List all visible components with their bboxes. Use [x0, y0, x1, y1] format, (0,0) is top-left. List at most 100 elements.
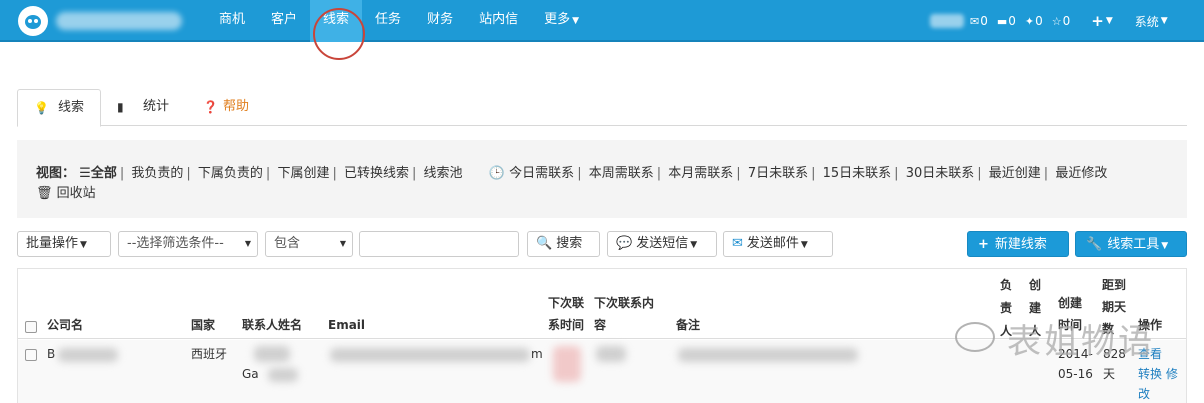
- view-30day-link[interactable]: 30日未联系: [906, 166, 975, 181]
- view-filter-row: 视图： ☰全部 | 我负责的 | 下属负责的 | 下属创建 | 已转换线索 | 线索池 🕒…: [36, 166, 1108, 181]
- task-counter[interactable]: ✦ 0: [1025, 14, 1043, 28]
- wechat-icon: [955, 322, 995, 352]
- monkey-face-icon: [25, 15, 41, 29]
- view-mine-link[interactable]: 我负责的: [131, 166, 183, 181]
- app-logo[interactable]: [18, 6, 48, 36]
- caret-down-icon: ▼: [800, 240, 808, 250]
- filter-condition-value: --选择筛选条件--: [127, 236, 224, 251]
- convert-link[interactable]: 转换: [1138, 367, 1162, 381]
- list-icon: ☰: [79, 166, 91, 181]
- row-checkbox[interactable]: [25, 349, 37, 361]
- system-menu[interactable]: 系统 ▼: [1135, 13, 1168, 30]
- nav-more-label: 更多: [544, 12, 571, 27]
- envelope-icon: ✉: [970, 14, 980, 28]
- select-all-checkbox[interactable]: [25, 321, 37, 333]
- view-recent-modified-link[interactable]: 最近修改: [1055, 166, 1107, 181]
- annotation-circle: [313, 8, 365, 60]
- match-type-value: 包含: [274, 236, 301, 251]
- batch-action-label: 批量操作: [26, 236, 79, 251]
- col-country[interactable]: 国家: [191, 314, 215, 336]
- watermark-text: 表姐物语: [1007, 322, 1155, 362]
- lead-tools-button[interactable]: 🔧 线索工具 ▼: [1075, 231, 1187, 257]
- col-email[interactable]: Email: [328, 314, 365, 336]
- search-button[interactable]: 🔍 搜索: [527, 231, 600, 257]
- search-input[interactable]: [359, 231, 519, 257]
- view-recent-created-link[interactable]: 最近创建: [989, 166, 1041, 181]
- caret-down-icon: ▼: [1161, 241, 1169, 251]
- star-counter[interactable]: ☆ 0: [1052, 14, 1071, 28]
- contact-cell: Ga: [242, 367, 259, 381]
- tab-statistics[interactable]: ▮ 统计: [117, 89, 169, 126]
- send-sms-button[interactable]: 💬 发送短信 ▼: [607, 231, 717, 257]
- new-lead-button[interactable]: + 新建线索: [967, 231, 1069, 257]
- question-circle-icon: ❓: [203, 100, 218, 114]
- match-type-select[interactable]: 包含: [265, 231, 353, 257]
- chat-bubble-icon: 💬: [616, 236, 633, 251]
- tab-help-label: 帮助: [223, 99, 250, 114]
- email-blurred: [330, 348, 530, 362]
- send-email-button[interactable]: ✉ 发送邮件 ▼: [723, 231, 833, 257]
- search-button-label: 搜索: [556, 236, 583, 251]
- view-sub-owned-link[interactable]: 下属负责的: [198, 166, 263, 181]
- view-pool-link[interactable]: 线索池: [424, 166, 463, 181]
- clock-icon: 🕒: [488, 166, 506, 181]
- diamond-icon: ✦: [1024, 14, 1035, 28]
- nav-item-opportunity[interactable]: 商机: [206, 0, 258, 42]
- view-today-link[interactable]: 今日需联系: [509, 166, 574, 181]
- task-count: 0: [1035, 14, 1043, 28]
- new-lead-label: 新建线索: [994, 237, 1047, 252]
- send-email-label: 发送邮件: [746, 236, 799, 251]
- note-blurred: [678, 348, 858, 362]
- view-converted-link[interactable]: 已转换线索: [344, 166, 409, 181]
- view-15day-link[interactable]: 15日未联系: [823, 166, 892, 181]
- recycle-row: 🗑 回收站: [36, 182, 96, 201]
- view-sub-created-link[interactable]: 下属创建: [277, 166, 329, 181]
- tab-help[interactable]: ❓ 帮助: [203, 89, 249, 126]
- row-actions: 转换 修改: [1138, 364, 1186, 403]
- next-time-blurred: [553, 346, 581, 382]
- company-name-blurred: [58, 348, 118, 362]
- view-7day-link[interactable]: 7日未联系: [748, 166, 808, 181]
- plus-icon: +: [978, 237, 989, 252]
- username-blurred[interactable]: [930, 14, 964, 28]
- doc-count: 0: [1008, 14, 1016, 28]
- nav-item-more[interactable]: 更多 ▼: [531, 0, 592, 42]
- recycle-bin-icon: 🗑: [36, 186, 53, 201]
- col-next-contact-content[interactable]: 下次联系内容: [594, 292, 660, 336]
- mail-counter[interactable]: ✉ 0: [970, 14, 988, 28]
- nav-item-tasks[interactable]: 任务: [362, 0, 414, 42]
- email-cell: m: [531, 347, 543, 361]
- col-next-contact-time[interactable]: 下次联系时间: [548, 292, 588, 336]
- filter-condition-select[interactable]: --选择筛选条件--: [118, 231, 258, 257]
- col-company[interactable]: 公司名: [47, 314, 83, 336]
- contact-name-blurred: [254, 346, 290, 362]
- tab-statistics-label: 统计: [143, 99, 170, 114]
- caret-down-icon: ▼: [1160, 16, 1168, 26]
- star-count: 0: [1062, 14, 1071, 28]
- lead-tools-label: 线索工具: [1107, 237, 1160, 252]
- view-week-link[interactable]: 本周需联系: [589, 166, 654, 181]
- batch-action-button[interactable]: 批量操作 ▼: [17, 231, 111, 257]
- mail-count: 0: [980, 14, 988, 28]
- nav-item-messages[interactable]: 站内信: [466, 0, 531, 42]
- nav-item-finance[interactable]: 财务: [414, 0, 466, 42]
- star-icon: ☆: [1051, 14, 1062, 28]
- eye-icon: [34, 19, 38, 23]
- caret-down-icon: ▼: [80, 240, 87, 250]
- col-note[interactable]: 备注: [676, 314, 700, 336]
- caret-down-icon: ▼: [1105, 16, 1113, 26]
- recycle-bin-link[interactable]: 回收站: [57, 186, 96, 201]
- col-contact[interactable]: 联系人姓名: [242, 314, 302, 336]
- brand-name-blurred: [56, 12, 182, 30]
- tab-leads[interactable]: 💡 线索: [17, 89, 101, 127]
- doc-counter[interactable]: ▬ 0: [997, 14, 1016, 28]
- lead-toolbar: 批量操作▼ --选择筛选条件-- 包含 🔍搜索 💬发送短信▼ ✉发送邮件▼ +新…: [17, 231, 1187, 257]
- plus-icon: +: [1091, 12, 1104, 30]
- nav-item-customer[interactable]: 客户: [258, 0, 310, 42]
- add-menu[interactable]: + ▼: [1091, 12, 1113, 30]
- view-all-link[interactable]: 全部: [91, 166, 117, 181]
- envelope-icon: ✉: [732, 236, 743, 251]
- contact-name-blurred: [268, 368, 298, 382]
- caret-down-icon: ▼: [690, 240, 698, 250]
- view-month-link[interactable]: 本月需联系: [668, 166, 733, 181]
